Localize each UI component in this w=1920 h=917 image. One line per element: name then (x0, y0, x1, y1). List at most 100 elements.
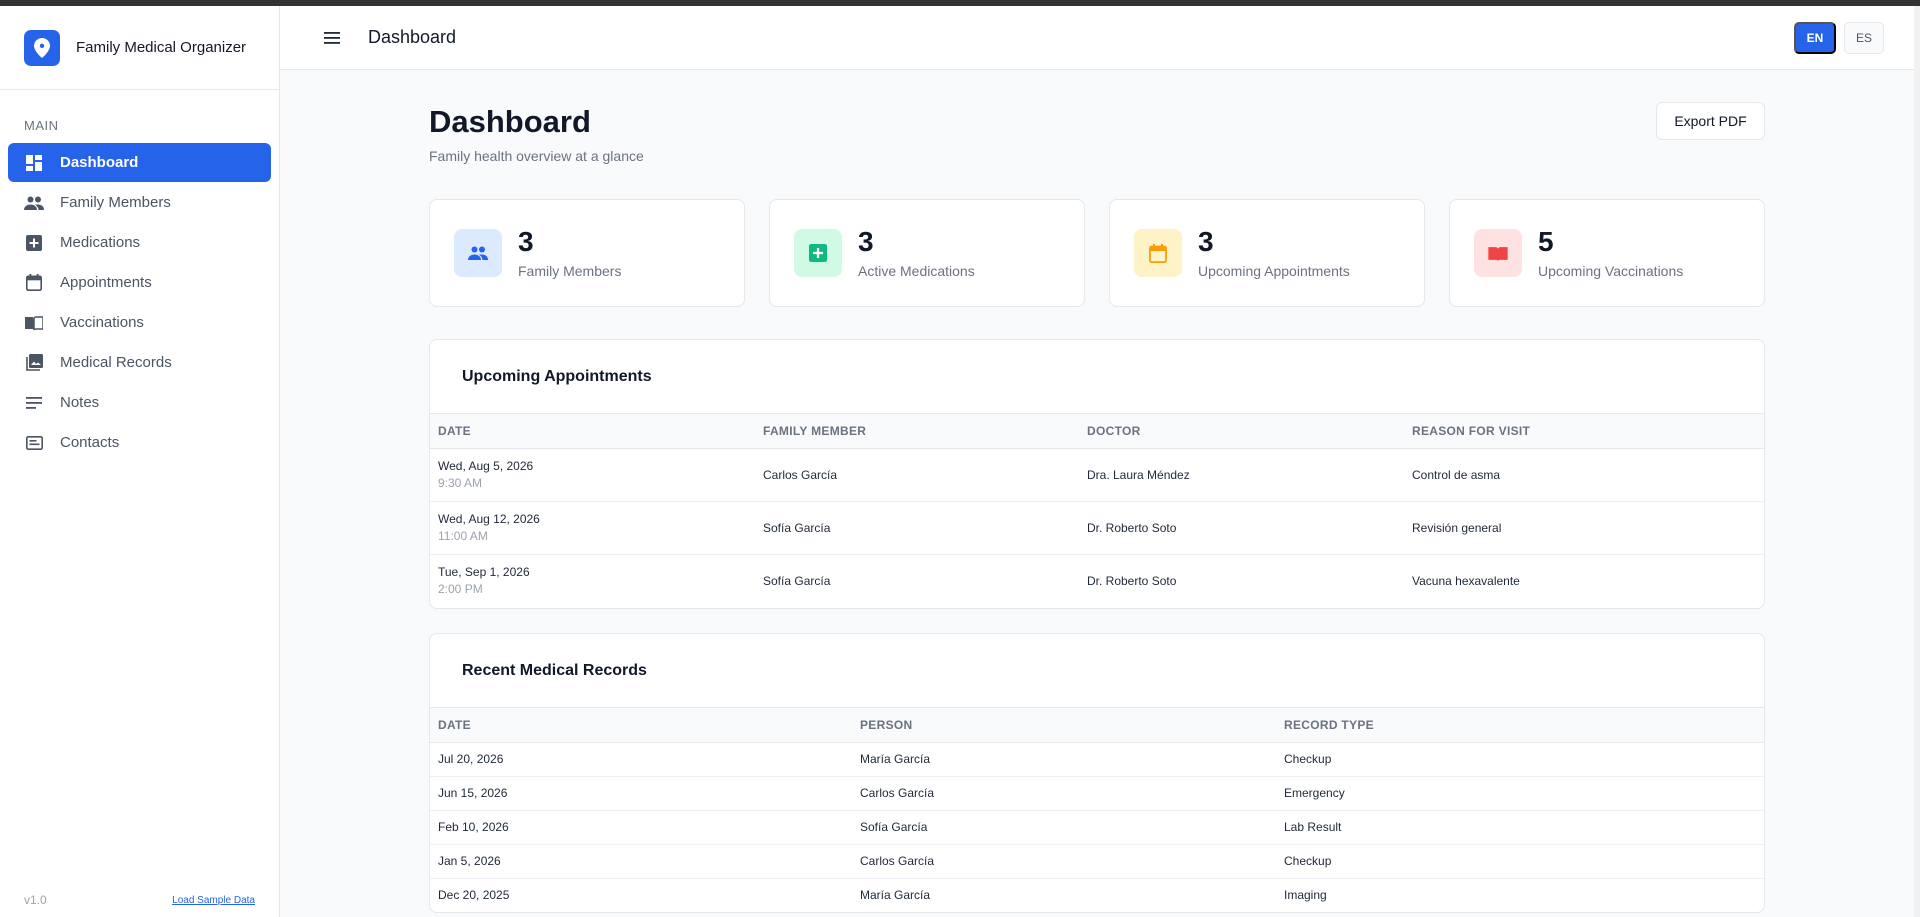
people-icon (24, 193, 44, 213)
nav-section-label: MAIN (24, 118, 59, 133)
photo-library-icon (24, 353, 44, 373)
card-title: Recent Medical Records (430, 634, 1764, 708)
record-person: Carlos García (852, 844, 1276, 879)
appointment-doctor: Dr. Roberto Soto (1087, 573, 1177, 588)
sidebar-item-label: Family Members (60, 194, 171, 211)
sidebar-item-label: Dashboard (60, 154, 139, 171)
stat-card-upcoming-vaccinations: 5 Upcoming Vaccinations (1449, 199, 1765, 307)
sidebar-item-vaccinations[interactable]: Vaccinations (8, 303, 271, 342)
record-type: Checkup (1276, 742, 1764, 777)
table-row[interactable]: Jan 5, 2026 Carlos García Checkup (430, 844, 1764, 879)
record-type: Lab Result (1276, 810, 1764, 845)
stat-value: 3 (1198, 226, 1214, 257)
appointment-date: Wed, Aug 12, 2026 (438, 512, 540, 526)
book-icon (1474, 229, 1522, 277)
medical-plus-icon (24, 233, 44, 253)
menu-icon[interactable] (320, 26, 344, 50)
stat-label: Family Members (518, 263, 622, 279)
appointment-member: Sofía García (763, 573, 831, 588)
record-type: Imaging (1284, 888, 1327, 903)
appointment-date: Wed, Aug 5, 2026 (438, 459, 534, 473)
table-row[interactable]: Feb 10, 2026 Sofía García Lab Result (430, 810, 1764, 845)
sidebar-item-family-members[interactable]: Family Members (8, 183, 271, 222)
load-sample-data-link[interactable]: Load Sample Data (172, 895, 255, 906)
header-title: Dashboard (368, 27, 457, 47)
page-scrollbar[interactable] (1914, 6, 1920, 917)
contact-card-icon (24, 433, 44, 453)
sidebar-item-notes[interactable]: Notes (8, 383, 271, 422)
app-title: Family Medical Organizer (76, 39, 247, 56)
sidebar-item-dashboard[interactable]: Dashboard (8, 143, 271, 182)
record-type: Emergency (1276, 776, 1764, 811)
sidebar-item-label: Notes (60, 394, 100, 411)
language-en-button[interactable]: EN (1794, 22, 1836, 54)
sidebar-item-contacts[interactable]: Contacts (8, 423, 271, 462)
column-header: REASON FOR VISIT (1404, 414, 1764, 449)
upcoming-appointments-card: Upcoming Appointments DATE FAMILY MEMBER… (429, 339, 1765, 609)
record-date: Feb 10, 2026 (430, 810, 852, 845)
appointment-datetime: Wed, Aug 5, 2026 9:30 AM (430, 448, 755, 502)
record-date: Jul 20, 2026 (430, 742, 852, 777)
column-header: FAMILY MEMBER (755, 414, 1079, 449)
stat-label: Upcoming Vaccinations (1538, 263, 1684, 279)
appointment-reason: Vacuna hexavalente (1412, 573, 1520, 588)
appointments-table: DATE FAMILY MEMBER DOCTOR REASON FOR VIS… (430, 414, 1764, 607)
table-row[interactable]: Wed, Aug 5, 2026 9:30 AM Carlos García Dr… (430, 448, 1764, 502)
stat-card-active-medications: 3 Active Medications (769, 199, 1085, 307)
appointment-datetime: Wed, Aug 12, 2026 11:00 AM (430, 501, 755, 555)
language-es-button[interactable]: ES (1844, 22, 1884, 54)
table-row[interactable]: Jul 20, 2026 María García Checkup (430, 742, 1764, 777)
stat-value: 3 (858, 226, 874, 257)
calendar-icon (24, 273, 44, 293)
dashboard-icon (24, 153, 44, 173)
top-bar: Dashboard EN ES (280, 6, 1920, 70)
sidebar-item-medical-records[interactable]: Medical Records (8, 343, 271, 382)
sidebar: Family Medical Organizer MAIN Dashboard … (0, 6, 280, 917)
table-row[interactable]: Dec 20, 2025 María García Imaging (430, 878, 1764, 912)
app-version: v1.0 (24, 893, 47, 907)
card-title: Upcoming Appointments (430, 340, 1764, 414)
brand: Family Medical Organizer (0, 6, 279, 90)
table-row[interactable]: Tue, Sep 1, 2026 2:00 PM Sofía García Dr.… (430, 554, 1764, 607)
appointment-doctor: Dra. Laura Méndez (1079, 448, 1404, 502)
sidebar-item-label: Medical Records (60, 354, 172, 371)
column-header: DOCTOR (1079, 414, 1404, 449)
export-pdf-button[interactable]: Export PDF (1656, 102, 1765, 140)
sidebar-nav: Dashboard Family Members Medications App… (0, 143, 279, 462)
column-header: DATE (430, 414, 755, 449)
record-type: Checkup (1276, 844, 1764, 879)
sidebar-item-label: Medications (60, 234, 141, 251)
stats-row: 3 Family Members 3 Active Medications 3 … (429, 199, 1765, 307)
sidebar-item-label: Contacts (60, 434, 120, 451)
calendar-icon (1134, 229, 1182, 277)
appointment-reason: Revisión general (1404, 501, 1764, 555)
record-date: Jun 15, 2026 (430, 776, 852, 811)
record-person: María García (860, 888, 931, 903)
stat-card-family-members: 3 Family Members (429, 199, 745, 307)
sidebar-item-medications[interactable]: Medications (8, 223, 271, 262)
page-title: Dashboard (429, 104, 591, 139)
appointment-member: Sofía García (755, 501, 1079, 555)
stat-label: Upcoming Appointments (1198, 263, 1350, 279)
stat-label: Active Medications (858, 263, 975, 279)
stat-card-upcoming-appointments: 3 Upcoming Appointments (1109, 199, 1425, 307)
table-row[interactable]: Jun 15, 2026 Carlos García Emergency (430, 776, 1764, 811)
stat-value: 3 (518, 226, 534, 257)
sidebar-item-label: Appointments (60, 274, 152, 291)
appointment-date: Tue, Sep 1, 2026 (438, 565, 530, 580)
table-row[interactable]: Wed, Aug 12, 2026 11:00 AM Sofía García D… (430, 501, 1764, 555)
appointment-doctor: Dr. Roberto Soto (1079, 501, 1404, 555)
column-header: DATE (430, 708, 852, 743)
appointment-reason: Control de asma (1404, 448, 1764, 502)
record-date: Dec 20, 2025 (438, 888, 510, 903)
location-pin-icon (24, 29, 60, 66)
medical-plus-icon (794, 229, 842, 277)
column-header: PERSON (852, 708, 1276, 743)
sidebar-item-label: Vaccinations (60, 314, 144, 331)
record-date: Jan 5, 2026 (430, 844, 852, 879)
appointment-time: 11:00 AM (438, 529, 488, 543)
recent-medical-records-card: Recent Medical Records DATE PERSON RECOR… (429, 633, 1765, 913)
stat-value: 5 (1538, 226, 1554, 257)
book-icon (24, 313, 44, 333)
sidebar-item-appointments[interactable]: Appointments (8, 263, 271, 302)
